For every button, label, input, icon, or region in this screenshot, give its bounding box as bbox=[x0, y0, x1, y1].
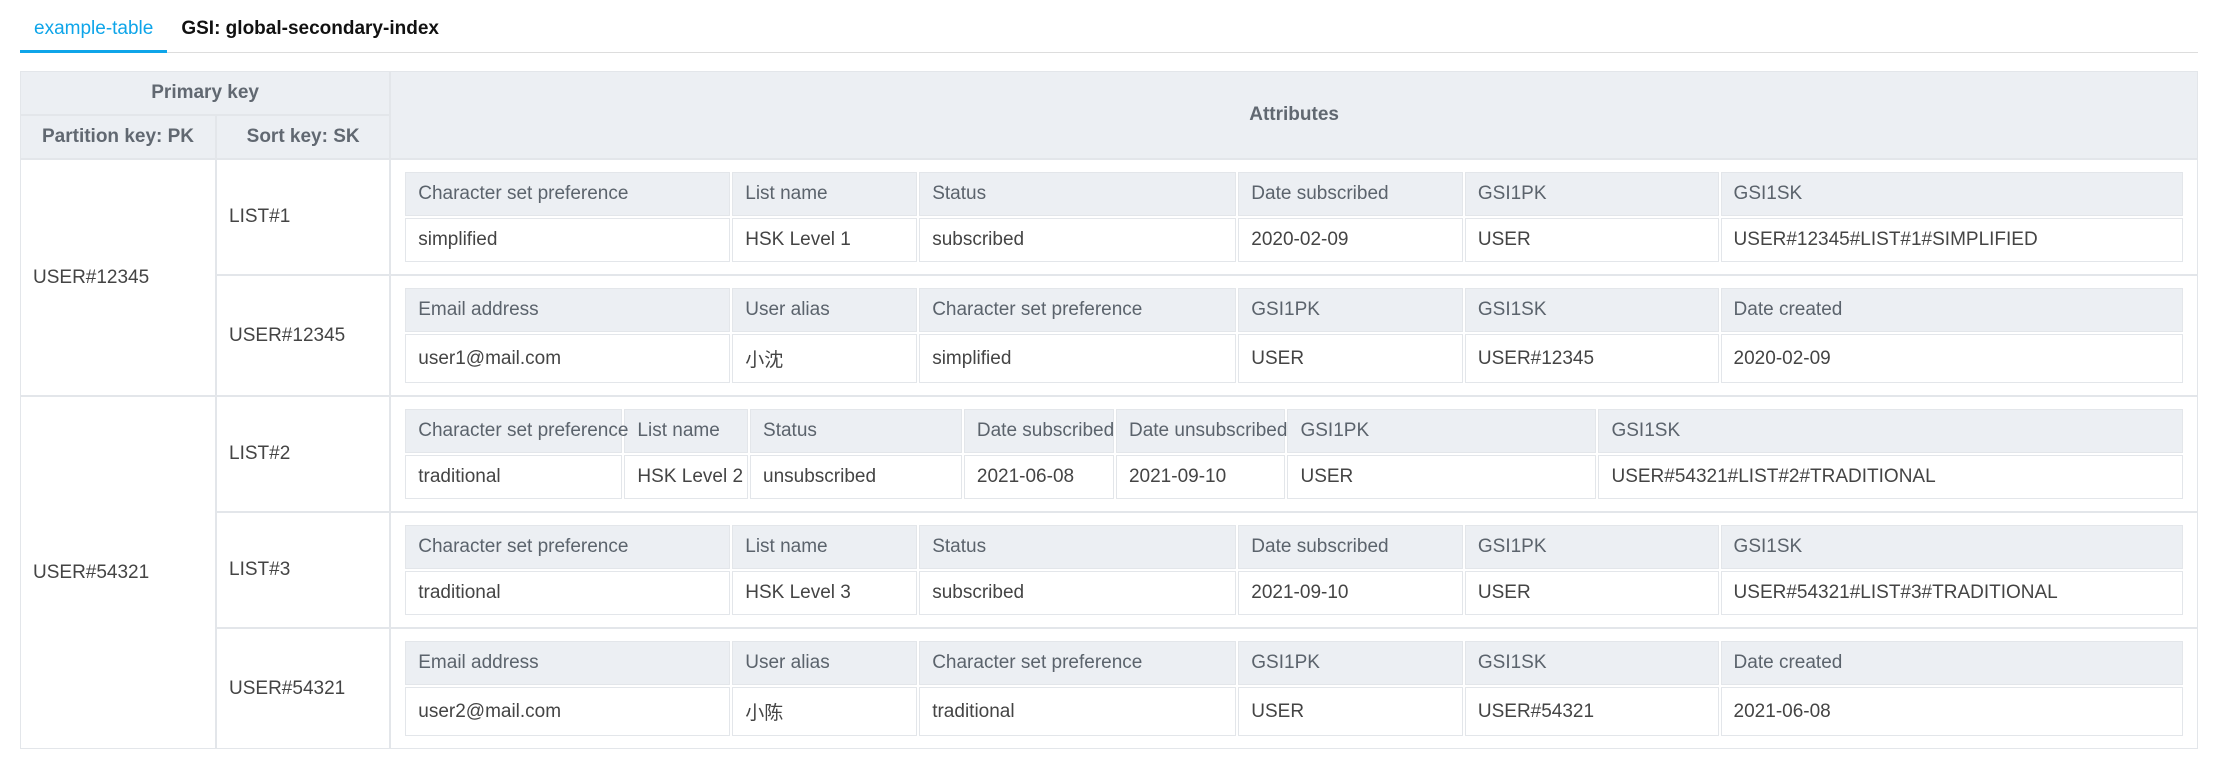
attr-value: unsubscribed bbox=[750, 455, 962, 499]
header-primary-key: Primary key bbox=[20, 71, 390, 115]
tab-gsi[interactable]: GSI: global-secondary-index bbox=[167, 10, 453, 53]
table-row: LIST#3 Character set preference List nam… bbox=[20, 512, 2198, 628]
sk-cell: LIST#2 bbox=[216, 396, 390, 512]
data-model-table: Primary key Attributes Partition key: PK… bbox=[20, 71, 2198, 749]
attr-value: 2020-02-09 bbox=[1721, 334, 2183, 383]
attr-header: GSI1SK bbox=[1721, 172, 2183, 216]
attributes-cell: Email address User alias Character set p… bbox=[390, 275, 2198, 396]
attr-header: GSI1SK bbox=[1721, 525, 2183, 569]
attr-header: Date created bbox=[1721, 641, 2183, 685]
attr-value: user2@mail.com bbox=[405, 687, 730, 736]
attr-header: GSI1SK bbox=[1465, 641, 1719, 685]
attributes-cell: Character set preference List name Statu… bbox=[390, 159, 2198, 275]
attr-value: subscribed bbox=[919, 218, 1236, 262]
attr-header: GSI1PK bbox=[1465, 525, 1719, 569]
attr-header: List name bbox=[732, 172, 917, 216]
attr-header: GSI1PK bbox=[1465, 172, 1719, 216]
attr-value: 2021-09-10 bbox=[1116, 455, 1286, 499]
attr-header: GSI1SK bbox=[1465, 288, 1719, 332]
attr-header: User alias bbox=[732, 641, 917, 685]
attr-value: USER#12345#LIST#1#SIMPLIFIED bbox=[1721, 218, 2183, 262]
attr-value: HSK Level 3 bbox=[732, 571, 917, 615]
attr-header: GSI1PK bbox=[1238, 288, 1463, 332]
attributes-cell: Email address User alias Character set p… bbox=[390, 628, 2198, 749]
attr-value: user1@mail.com bbox=[405, 334, 730, 383]
attr-value: subscribed bbox=[919, 571, 1236, 615]
sk-cell: USER#54321 bbox=[216, 628, 390, 749]
attr-value: USER#54321#LIST#2#TRADITIONAL bbox=[1598, 455, 2183, 499]
attr-value: USER#12345 bbox=[1465, 334, 1719, 383]
attr-header: Date subscribed bbox=[964, 409, 1114, 453]
sk-cell: LIST#3 bbox=[216, 512, 390, 628]
attr-header: Email address bbox=[405, 288, 730, 332]
attr-header: Status bbox=[750, 409, 962, 453]
attr-value: simplified bbox=[919, 334, 1236, 383]
attr-header: List name bbox=[624, 409, 748, 453]
attr-header: Date unsubscribed bbox=[1116, 409, 1286, 453]
attr-value: USER bbox=[1238, 687, 1463, 736]
tabs-bar: example-table GSI: global-secondary-inde… bbox=[20, 10, 2198, 53]
attr-header: Character set preference bbox=[405, 172, 730, 216]
attr-value: USER#54321 bbox=[1465, 687, 1719, 736]
attr-header: Character set preference bbox=[405, 525, 730, 569]
attr-value: traditional bbox=[405, 455, 622, 499]
attr-header: Status bbox=[919, 172, 1236, 216]
pk-cell: USER#12345 bbox=[20, 159, 216, 396]
sk-cell: LIST#1 bbox=[216, 159, 390, 275]
attr-header: Date subscribed bbox=[1238, 525, 1463, 569]
attr-value: traditional bbox=[405, 571, 730, 615]
attr-value: USER bbox=[1287, 455, 1596, 499]
attr-header: User alias bbox=[732, 288, 917, 332]
attr-value: 2020-02-09 bbox=[1238, 218, 1463, 262]
attr-value: 2021-09-10 bbox=[1238, 571, 1463, 615]
header-partition-key: Partition key: PK bbox=[20, 115, 216, 159]
table-row: USER#12345 LIST#1 Character set preferen… bbox=[20, 159, 2198, 275]
attr-header: Character set preference bbox=[405, 409, 622, 453]
attr-value: 小沈 bbox=[732, 334, 917, 383]
attr-value: 2021-06-08 bbox=[1721, 687, 2183, 736]
table-row: USER#54321 Email address User alias Char… bbox=[20, 628, 2198, 749]
table-row: USER#12345 Email address User alias Char… bbox=[20, 275, 2198, 396]
table-row: USER#54321 LIST#2 Character set preferen… bbox=[20, 396, 2198, 512]
attr-header: Character set preference bbox=[919, 641, 1236, 685]
attr-value: 2021-06-08 bbox=[964, 455, 1114, 499]
attr-header: GSI1PK bbox=[1238, 641, 1463, 685]
attr-value: HSK Level 1 bbox=[732, 218, 917, 262]
attr-value: traditional bbox=[919, 687, 1236, 736]
attr-header: Status bbox=[919, 525, 1236, 569]
header-sort-key: Sort key: SK bbox=[216, 115, 390, 159]
attr-value: USER bbox=[1465, 218, 1719, 262]
attr-value: simplified bbox=[405, 218, 730, 262]
attr-header: List name bbox=[732, 525, 917, 569]
sk-cell: USER#12345 bbox=[216, 275, 390, 396]
attr-value: USER#54321#LIST#3#TRADITIONAL bbox=[1721, 571, 2183, 615]
attr-header: GSI1SK bbox=[1598, 409, 2183, 453]
attr-header: GSI1PK bbox=[1287, 409, 1596, 453]
attr-value: USER bbox=[1238, 334, 1463, 383]
attr-header: Date created bbox=[1721, 288, 2183, 332]
attributes-cell: Character set preference List name Statu… bbox=[390, 512, 2198, 628]
attr-value: USER bbox=[1465, 571, 1719, 615]
attr-header: Email address bbox=[405, 641, 730, 685]
pk-cell: USER#54321 bbox=[20, 396, 216, 749]
attr-value: 小陈 bbox=[732, 687, 917, 736]
attributes-cell: Character set preference List name Statu… bbox=[390, 396, 2198, 512]
header-attributes: Attributes bbox=[390, 71, 2198, 159]
tab-example-table[interactable]: example-table bbox=[20, 10, 167, 53]
attr-header: Character set preference bbox=[919, 288, 1236, 332]
attr-header: Date subscribed bbox=[1238, 172, 1463, 216]
attr-value: HSK Level 2 bbox=[624, 455, 748, 499]
